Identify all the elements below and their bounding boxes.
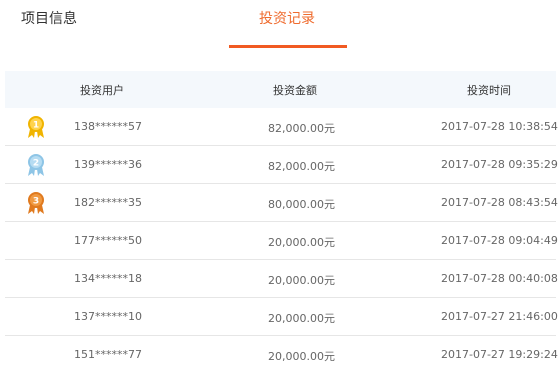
time-cell: 2017-07-28 09:35:29 <box>441 158 558 171</box>
table-row: 3 182******35 80,000.00元 2017-07-28 08:4… <box>5 184 558 222</box>
amount-cell: 20,000.00元 <box>268 236 335 249</box>
investor-cell: 137******10 <box>74 310 142 323</box>
svg-text:1: 1 <box>33 121 39 131</box>
header-time: 投资时间 <box>467 84 511 97</box>
time-cell: 2017-07-28 09:04:49 <box>441 234 558 247</box>
tab-bar: 项目信息 投资记录 <box>0 0 558 50</box>
table-row: 177******50 20,000.00元 2017-07-28 09:04:… <box>5 222 558 260</box>
time-cell: 2017-07-27 19:29:24 <box>441 348 558 361</box>
table-row: 1 138******57 82,000.00元 2017-07-28 10:3… <box>5 108 558 146</box>
silver-medal-icon: 2 <box>28 154 44 176</box>
time-cell: 2017-07-28 10:38:54 <box>441 120 558 133</box>
amount-cell: 20,000.00元 <box>268 312 335 325</box>
investor-cell: 151******77 <box>74 348 142 361</box>
gold-medal-icon: 1 <box>28 116 44 138</box>
table-row: 134******18 20,000.00元 2017-07-28 00:40:… <box>5 260 558 298</box>
investment-records-table: 投资用户 投资金额 投资时间 1 138******57 82,000.00元 … <box>5 71 558 373</box>
header-investor: 投资用户 <box>80 84 124 97</box>
investor-cell: 177******50 <box>74 234 142 247</box>
svg-text:3: 3 <box>33 197 39 207</box>
bronze-medal-icon: 3 <box>28 192 44 214</box>
investor-cell: 134******18 <box>74 272 142 285</box>
tab-project-info[interactable]: 项目信息 <box>21 8 77 28</box>
table-row: 151******77 20,000.00元 2017-07-27 19:29:… <box>5 336 558 373</box>
amount-cell: 20,000.00元 <box>268 350 335 363</box>
investor-cell: 182******35 <box>74 196 142 209</box>
header-amount: 投资金额 <box>273 84 317 97</box>
amount-cell: 80,000.00元 <box>268 198 335 211</box>
tab-investment-records[interactable]: 投资记录 <box>259 8 315 28</box>
investor-cell: 139******36 <box>74 158 142 171</box>
investor-cell: 138******57 <box>74 120 142 133</box>
time-cell: 2017-07-27 21:46:00 <box>441 310 558 323</box>
amount-cell: 82,000.00元 <box>268 122 335 135</box>
svg-text:2: 2 <box>33 159 39 169</box>
table-row: 137******10 20,000.00元 2017-07-27 21:46:… <box>5 298 558 336</box>
active-tab-indicator <box>229 45 347 48</box>
table-row: 2 139******36 82,000.00元 2017-07-28 09:3… <box>5 146 558 184</box>
table-header: 投资用户 投资金额 投资时间 <box>5 71 556 108</box>
amount-cell: 20,000.00元 <box>268 274 335 287</box>
amount-cell: 82,000.00元 <box>268 160 335 173</box>
time-cell: 2017-07-28 08:43:54 <box>441 196 558 209</box>
time-cell: 2017-07-28 00:40:08 <box>441 272 558 285</box>
